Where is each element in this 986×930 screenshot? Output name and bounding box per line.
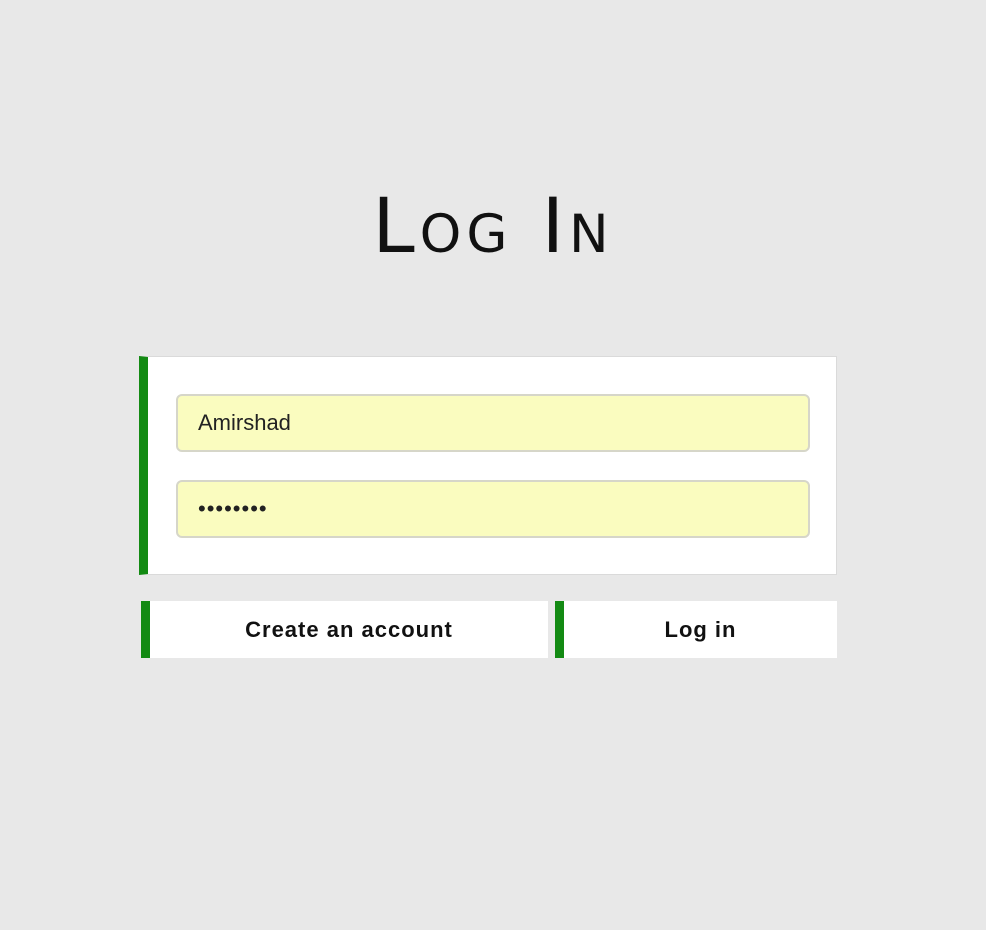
password-field[interactable]: [176, 480, 810, 538]
login-panel: [139, 356, 837, 575]
create-account-button[interactable]: Create an account: [141, 601, 548, 658]
login-button[interactable]: Log in: [555, 601, 837, 658]
page-title: Log In: [372, 181, 614, 270]
username-field[interactable]: [176, 394, 810, 452]
